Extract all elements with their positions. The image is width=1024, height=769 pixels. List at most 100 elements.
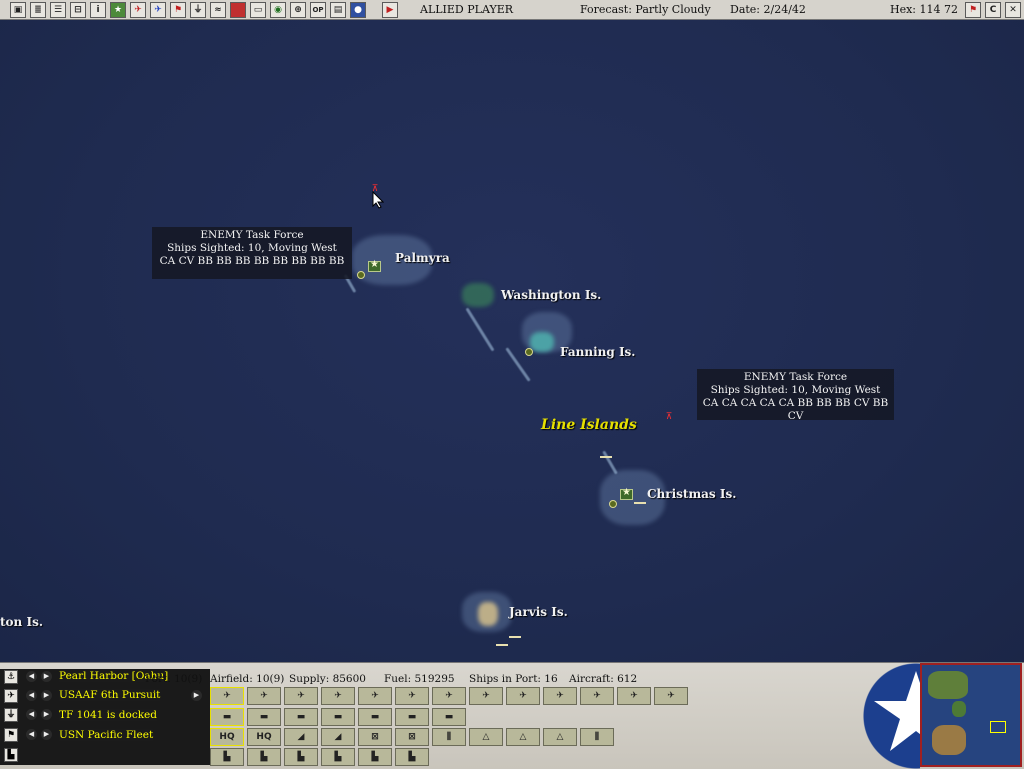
factory-filter-button[interactable]: ▙ xyxy=(210,748,244,766)
engineer-filter-button[interactable]: ⫼ xyxy=(432,728,466,746)
island-label-washington[interactable]: Washington Is. xyxy=(501,288,601,302)
star-icon[interactable]: ★ xyxy=(110,2,126,18)
island-label-fanning[interactable]: Fanning Is. xyxy=(560,345,636,359)
flying-boat-filter-button[interactable]: ✈ xyxy=(580,687,614,705)
battleship-filter-button[interactable]: ▬ xyxy=(247,708,281,726)
island-label-palmyra[interactable]: Palmyra xyxy=(395,251,450,265)
airbase-icon[interactable] xyxy=(368,259,381,272)
unit-icon[interactable]: ▭ xyxy=(250,2,266,18)
port-icon[interactable] xyxy=(525,348,533,356)
save-icon[interactable]: ▣ xyxy=(10,2,26,18)
map-view[interactable]: Palmyra Washington Is. Fanning Is. Line … xyxy=(0,20,1024,662)
path-icon[interactable]: ≈ xyxy=(210,2,226,18)
refinery-filter-button[interactable]: ▙ xyxy=(247,748,281,766)
port-icon[interactable] xyxy=(357,271,365,279)
torpedo-bomber-filter-button[interactable]: ✈ xyxy=(321,687,355,705)
recon-filter-button[interactable]: ✈ xyxy=(432,687,466,705)
ship-row-icon[interactable]: ⏚ xyxy=(4,708,18,722)
disk-icon[interactable]: ⊟ xyxy=(70,2,86,18)
cargo-plane-filter-button[interactable]: ✈ xyxy=(654,687,688,705)
ship-icon[interactable]: ⏚ xyxy=(190,2,206,18)
fighter-filter-button[interactable]: ✈ xyxy=(210,687,244,705)
top-toolbar: ▣ ≣ ☰ ⊟ i ★ ✈ ✈ ⚑ ⏚ ≈ ▭ ◉ ⊕ OP ▤ ● ▶ ALL… xyxy=(0,0,1024,20)
ship-marker[interactable] xyxy=(600,452,612,458)
sub-icon[interactable] xyxy=(230,2,246,18)
flag-red-icon[interactable]: ⚑ xyxy=(965,2,981,18)
next-hq-button[interactable]: ▶ xyxy=(41,729,52,740)
anchor-icon[interactable]: ⚓ xyxy=(4,670,18,684)
target-icon[interactable]: ⊕ xyxy=(290,2,306,18)
hq-filter-button[interactable]: HQ xyxy=(210,728,244,746)
armor-filter-button[interactable]: ◢ xyxy=(321,728,355,746)
cargo-ship-filter-button[interactable]: ▬ xyxy=(432,708,466,726)
level-bomber-filter-button[interactable]: ✈ xyxy=(358,687,392,705)
flag-row-icon[interactable]: ⚑ xyxy=(4,728,18,742)
reports-icon[interactable]: ▤ xyxy=(330,2,346,18)
repair-filter-button[interactable]: ▙ xyxy=(284,748,318,766)
op-icon[interactable]: OP xyxy=(310,2,326,18)
close-icon[interactable]: ✕ xyxy=(1005,2,1021,18)
air-unit-expand-button[interactable]: ▶ xyxy=(191,690,202,701)
ship-marker[interactable] xyxy=(634,498,646,504)
intel-icon[interactable]: ● xyxy=(350,2,366,18)
artillery-filter-button[interactable]: ◢ xyxy=(284,728,318,746)
fleet-name[interactable]: USN Pacific Fleet xyxy=(59,729,154,741)
enemy-tf-marker[interactable]: ⊼ xyxy=(664,413,674,422)
next-base-button[interactable]: ▶ xyxy=(41,671,52,682)
minimap-viewport[interactable] xyxy=(990,721,1006,733)
play-icon[interactable]: ▶ xyxy=(382,2,398,18)
list-icon[interactable]: ☰ xyxy=(50,2,66,18)
player-label: ALLIED PLAYER xyxy=(420,3,514,16)
hq-alt-filter-button[interactable]: HQ xyxy=(247,728,281,746)
fighter-bomber-filter-button[interactable]: ✈ xyxy=(247,687,281,705)
prev-hq-button[interactable]: ◀ xyxy=(26,729,37,740)
transport-filter-button[interactable]: ✈ xyxy=(469,687,503,705)
infantry-alt-filter-button[interactable]: ⊠ xyxy=(395,728,429,746)
shipyard-filter-button[interactable]: ▙ xyxy=(321,748,355,766)
island-label-edge[interactable]: ton Is. xyxy=(0,615,43,629)
next-air-button[interactable]: ▶ xyxy=(41,690,52,701)
factory-icon[interactable]: ▙ xyxy=(4,748,18,762)
oil-filter-button[interactable]: ▙ xyxy=(395,748,429,766)
transport-ship-filter-button[interactable]: ▬ xyxy=(395,708,429,726)
minimap[interactable] xyxy=(920,663,1022,767)
medium-bomber-filter-button[interactable]: ✈ xyxy=(543,687,577,705)
submarine-filter-button[interactable]: ▬ xyxy=(358,708,392,726)
prev-air-button[interactable]: ◀ xyxy=(26,690,37,701)
enemy-task-force-info[interactable]: ENEMY Task Force Ships Sighted: 10, Movi… xyxy=(152,227,352,279)
fortification-filter-button[interactable]: ⫼ xyxy=(580,728,614,746)
flag-icon[interactable]: ⚑ xyxy=(170,2,186,18)
ship-marker[interactable] xyxy=(509,632,521,638)
island-label-jarvis[interactable]: Jarvis Is. xyxy=(509,605,568,619)
tf-status[interactable]: TF 1041 is docked xyxy=(59,709,157,721)
island-label-christmas[interactable]: Christmas Is. xyxy=(647,487,736,501)
resource-filter-button[interactable]: ▙ xyxy=(358,748,392,766)
prev-base-button[interactable]: ◀ xyxy=(26,671,37,682)
aa-filter-button[interactable]: △ xyxy=(469,728,503,746)
plane-blue-icon[interactable]: ✈ xyxy=(150,2,166,18)
heavy-bomber-filter-button[interactable]: ✈ xyxy=(506,687,540,705)
airbase-icon[interactable] xyxy=(620,487,633,500)
plane-icon[interactable]: ✈ xyxy=(4,689,18,703)
ship-marker[interactable] xyxy=(496,640,508,646)
float-plane-filter-button[interactable]: ✈ xyxy=(617,687,651,705)
tf-ships: CA CV BB BB BB BB BB BB BB BB xyxy=(159,255,345,267)
plane-red-icon[interactable]: ✈ xyxy=(130,2,146,18)
globe-icon[interactable]: ◉ xyxy=(270,2,286,18)
c-icon[interactable]: C xyxy=(985,2,1001,18)
coastal-filter-button[interactable]: △ xyxy=(543,728,577,746)
carrier-filter-button[interactable]: ▬ xyxy=(210,708,244,726)
port-icon[interactable] xyxy=(609,500,617,508)
enemy-task-force-info[interactable]: ENEMY Task Force Ships Sighted: 10, Movi… xyxy=(697,369,894,422)
infantry-filter-button[interactable]: ⊠ xyxy=(358,728,392,746)
cruiser-filter-button[interactable]: ▬ xyxy=(284,708,318,726)
info-icon[interactable]: i xyxy=(90,2,106,18)
air-unit-name[interactable]: USAAF 6th Pursuit xyxy=(59,689,161,701)
destroyer-filter-button[interactable]: ▬ xyxy=(321,708,355,726)
base-force-filter-button[interactable]: △ xyxy=(506,728,540,746)
patrol-filter-button[interactable]: ✈ xyxy=(395,687,429,705)
next-tf-button[interactable]: ▶ xyxy=(41,709,52,720)
report-icon[interactable]: ≣ xyxy=(30,2,46,18)
dive-bomber-filter-button[interactable]: ✈ xyxy=(284,687,318,705)
prev-tf-button[interactable]: ◀ xyxy=(26,709,37,720)
